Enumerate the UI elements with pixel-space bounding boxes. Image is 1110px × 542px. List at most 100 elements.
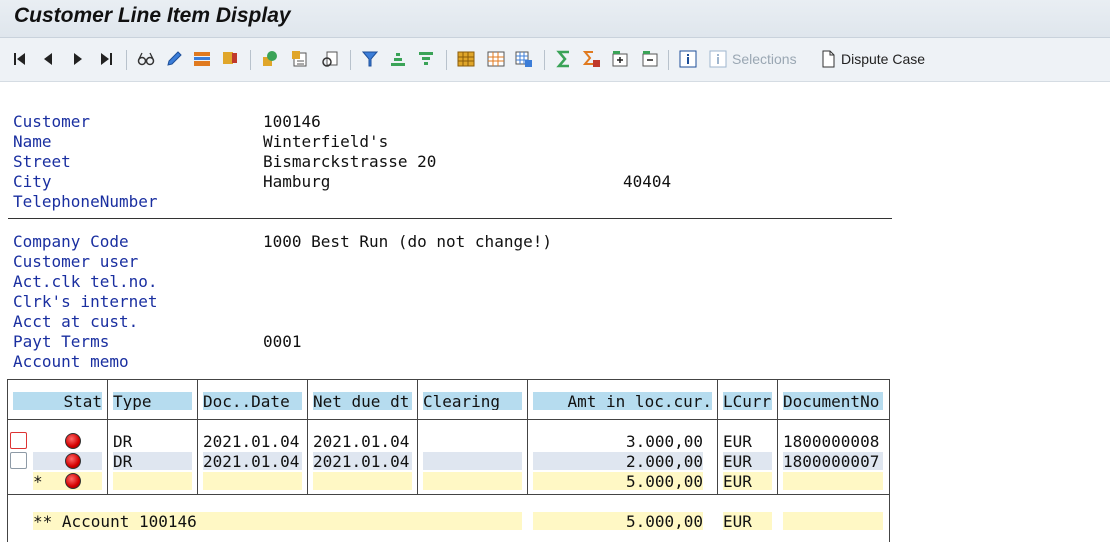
company-code-value: 1000 Best Run (do not change!) xyxy=(263,232,552,251)
col-header-stat[interactable]: Stat xyxy=(13,392,102,410)
selections-info-icon xyxy=(708,49,728,69)
clrk-internet-label: Clrk's internet xyxy=(13,292,158,311)
subtotal-currency: EUR xyxy=(723,472,772,490)
subtotal-icon[interactable] xyxy=(582,49,602,69)
street-value: Bismarckstrasse 20 xyxy=(263,152,437,171)
next-page-icon[interactable] xyxy=(68,49,88,69)
act-clk-tel-label: Act.clk tel.no. xyxy=(13,272,158,291)
col-separator xyxy=(527,379,528,419)
application-toolbar: Selections Dispute Case xyxy=(0,38,1110,82)
col-separator xyxy=(417,379,418,419)
col-header-amount[interactable]: Amt in loc.cur. xyxy=(533,392,712,410)
col-header-document-no[interactable]: DocumentNo xyxy=(783,392,883,410)
city-value: Hamburg xyxy=(263,172,331,191)
edit-pencil-icon[interactable] xyxy=(164,49,184,69)
col-separator xyxy=(717,419,718,494)
doc-date-cell[interactable]: 2021.01.04 xyxy=(203,452,302,470)
document-no-cell[interactable]: 1800000007 xyxy=(783,452,883,470)
info-icon[interactable] xyxy=(678,49,698,69)
net-due-cell[interactable]: 2021.01.04 xyxy=(313,452,412,470)
account-total-currency: EUR xyxy=(723,512,772,530)
selections-button: Selections xyxy=(732,51,797,67)
subtotal-cell xyxy=(313,472,412,490)
col-header-doc-date[interactable]: Doc..Date xyxy=(203,392,302,410)
toolbar-separator xyxy=(250,50,251,70)
subtotal-cell xyxy=(783,472,883,490)
col-separator xyxy=(107,419,108,494)
net-due-cell[interactable]: 2021.01.04 xyxy=(313,432,412,450)
status-red-icon xyxy=(65,433,81,449)
col-separator xyxy=(107,379,108,419)
status-red-icon xyxy=(65,473,81,489)
type-cell[interactable]: DR xyxy=(113,432,192,450)
col-separator xyxy=(307,379,308,419)
clearing-cell[interactable] xyxy=(423,432,522,450)
save-layout-icon[interactable] xyxy=(514,49,534,69)
previous-page-icon[interactable] xyxy=(38,49,58,69)
type-cell[interactable]: DR xyxy=(113,452,192,470)
display-glasses-icon[interactable] xyxy=(136,49,156,69)
col-separator xyxy=(527,419,528,494)
change-layout-icon[interactable] xyxy=(486,49,506,69)
header-divider xyxy=(7,419,889,420)
toolbar-separator xyxy=(668,50,669,70)
customer-label: Customer xyxy=(13,112,91,131)
document-icon[interactable] xyxy=(818,49,838,69)
name-value: Winterfield's xyxy=(263,132,389,151)
select-layout-icon[interactable] xyxy=(456,49,476,69)
divider xyxy=(8,218,892,219)
dispute-case-button[interactable]: Dispute Case xyxy=(841,50,925,68)
account-total-cell xyxy=(783,512,883,530)
city-label: City xyxy=(13,172,52,191)
sum-icon[interactable] xyxy=(554,49,574,69)
layout-grid-icon[interactable] xyxy=(192,49,212,69)
expand-icon[interactable] xyxy=(610,49,630,69)
col-header-type[interactable]: Type xyxy=(113,392,192,410)
status-red-icon xyxy=(65,453,81,469)
payt-terms-label: Payt Terms xyxy=(13,332,110,351)
title-bar: Customer Line Item Display xyxy=(0,0,1110,38)
row-select-checkbox[interactable] xyxy=(10,452,27,469)
subtotal-amount: 5.000,00 xyxy=(533,472,703,490)
document-search-icon[interactable] xyxy=(320,49,340,69)
toolbar-separator xyxy=(350,50,351,70)
last-page-icon[interactable] xyxy=(96,49,116,69)
currency-cell[interactable]: EUR xyxy=(723,432,772,450)
row-select-checkbox[interactable] xyxy=(10,432,27,449)
telephone-label: TelephoneNumber xyxy=(13,192,158,211)
col-header-clearing[interactable]: Clearing xyxy=(423,392,522,410)
col-separator xyxy=(417,419,418,494)
col-separator xyxy=(197,419,198,494)
name-label: Name xyxy=(13,132,52,151)
col-separator xyxy=(777,419,778,494)
document-change-icon[interactable] xyxy=(260,49,280,69)
first-page-icon[interactable] xyxy=(10,49,30,69)
doc-date-cell[interactable]: 2021.01.04 xyxy=(203,432,302,450)
page-title: Customer Line Item Display xyxy=(14,4,291,27)
document-list-icon[interactable] xyxy=(290,49,310,69)
sort-ascending-icon[interactable] xyxy=(388,49,408,69)
col-header-lcurr[interactable]: LCurr xyxy=(723,392,772,410)
company-code-label: Company Code xyxy=(13,232,129,251)
flag-warning-icon[interactable] xyxy=(220,49,240,69)
account-total-label: ** Account 100146 xyxy=(33,512,522,530)
account-memo-label: Account memo xyxy=(13,352,129,371)
filter-icon[interactable] xyxy=(360,49,380,69)
subtotal-cell xyxy=(203,472,302,490)
col-separator xyxy=(717,379,718,419)
collapse-icon[interactable] xyxy=(640,49,660,69)
street-label: Street xyxy=(13,152,71,171)
col-header-net-due[interactable]: Net due dt xyxy=(313,392,412,410)
sort-descending-icon[interactable] xyxy=(416,49,436,69)
currency-cell[interactable]: EUR xyxy=(723,452,772,470)
col-separator xyxy=(777,379,778,419)
col-separator xyxy=(197,379,198,419)
clearing-cell[interactable] xyxy=(423,452,522,470)
toolbar-separator xyxy=(446,50,447,70)
account-total-amount: 5.000,00 xyxy=(533,512,703,530)
amount-cell[interactable]: 2.000,00 xyxy=(533,452,703,470)
postal-code-value: 40404 xyxy=(623,172,672,191)
customer-user-label: Customer user xyxy=(13,252,139,271)
amount-cell[interactable]: 3.000,00 xyxy=(533,432,703,450)
document-no-cell[interactable]: 1800000008 xyxy=(783,432,883,450)
